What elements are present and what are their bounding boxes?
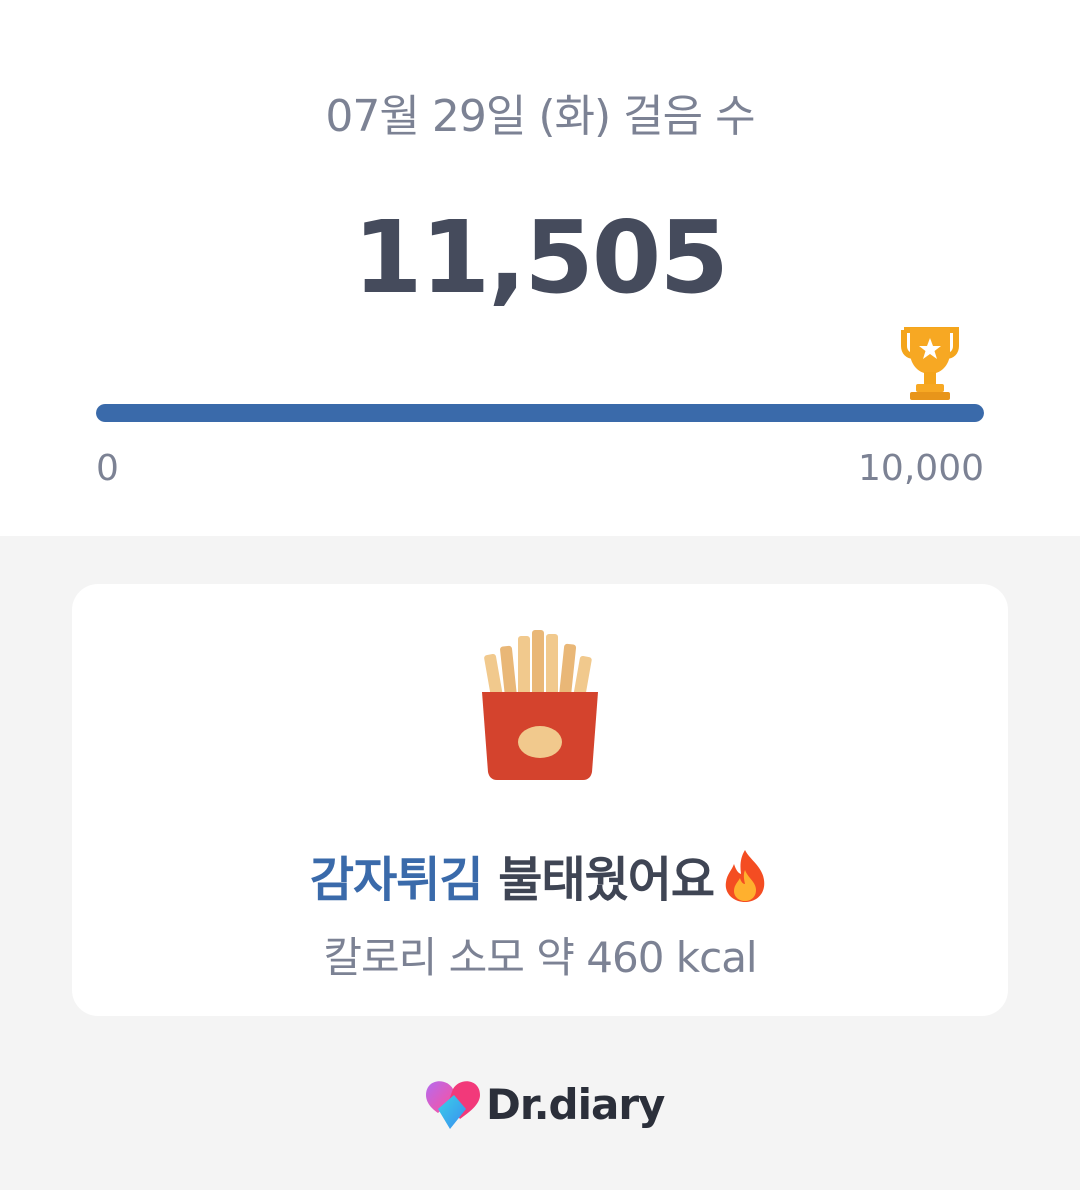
step-progress-fill: [96, 404, 984, 422]
burned-text: 불태웠어요: [498, 852, 715, 908]
progress-min-label: 0: [96, 448, 119, 489]
step-progress-bar: [96, 404, 984, 422]
fire-icon: [725, 850, 765, 902]
calorie-burn-card: 감자튀김 불태웠어요 칼로리 소모 약 460 kcal: [72, 584, 1008, 1016]
brand-name: Dr.diary: [486, 1079, 665, 1129]
step-count: 11,505: [353, 199, 729, 316]
brand-logo: Dr.diary: [424, 1074, 665, 1134]
burn-message: 감자튀김 불태웠어요: [72, 840, 1008, 910]
calorie-burned-text: 칼로리 소모 약 460 kcal: [323, 933, 757, 982]
trophy-icon: [901, 327, 959, 400]
date-title: 07월 29일 (화) 걸음 수: [325, 91, 755, 142]
french-fries-icon: [482, 630, 598, 780]
step-summary-section: 07월 29일 (화) 걸음 수 11,505 0 10,000: [0, 0, 1080, 536]
progress-goal-label: 10,000: [858, 448, 984, 489]
heart-logo-icon: [426, 1081, 480, 1129]
food-name: 감자튀김: [309, 852, 484, 908]
